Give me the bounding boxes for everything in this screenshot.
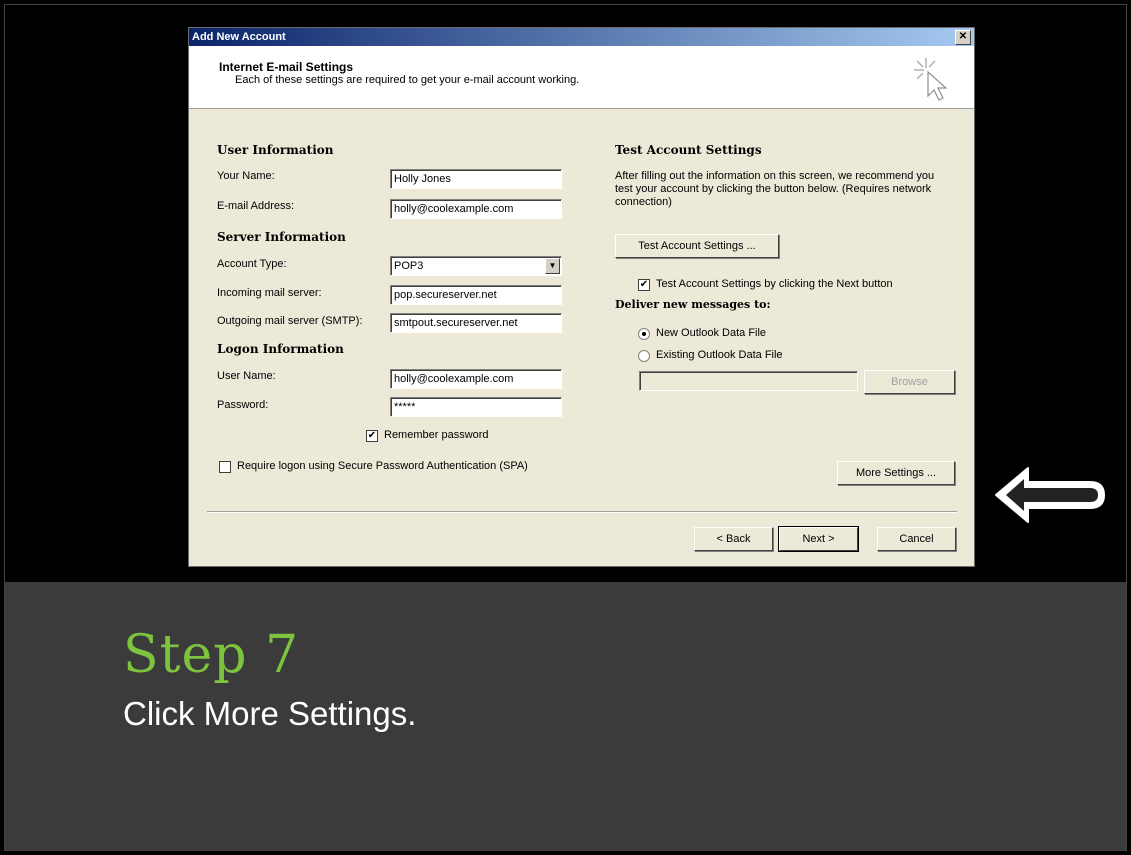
account-type-value: POP3 <box>394 260 424 272</box>
more-settings-button[interactable]: More Settings ... <box>837 461 955 485</box>
test-next-label: Test Account Settings by clicking the Ne… <box>656 278 893 290</box>
email-label: E-mail Address: <box>217 200 295 212</box>
username-label: User Name: <box>217 370 276 382</box>
close-button[interactable]: ✕ <box>955 30 971 45</box>
test-account-settings-button[interactable]: Test Account Settings ... <box>615 234 779 258</box>
left-arrow-icon <box>995 467 1105 523</box>
your-name-label: Your Name: <box>217 170 275 182</box>
password-input[interactable]: ***** <box>390 397 562 417</box>
data-file-path-input <box>639 371 858 391</box>
incoming-server-label: Incoming mail server: <box>217 287 322 299</box>
test-next-checkbox[interactable]: ✔ <box>638 279 650 291</box>
test-settings-heading: Test Account Settings <box>615 143 762 157</box>
username-input[interactable]: holly@coolexample.com <box>390 369 562 389</box>
existing-data-file-label: Existing Outlook Data File <box>656 349 783 361</box>
outgoing-server-input[interactable]: smtpout.secureserver.net <box>390 313 562 333</box>
remember-password-checkbox[interactable]: ✔ <box>366 430 378 442</box>
user-info-heading: User Information <box>217 143 334 157</box>
chevron-down-icon[interactable]: ▼ <box>545 258 560 274</box>
existing-data-file-radio[interactable] <box>638 350 650 362</box>
logon-info-heading: Logon Information <box>217 342 344 356</box>
test-settings-description: After filling out the information on thi… <box>615 170 935 208</box>
slide: Add New Account ✕ Internet E-mail Settin… <box>4 4 1127 851</box>
dialog-titlebar: Add New Account <box>189 28 974 46</box>
new-data-file-label: New Outlook Data File <box>656 327 767 339</box>
header-subtitle: Each of these settings are required to g… <box>235 74 580 86</box>
outgoing-server-label: Outgoing mail server (SMTP): <box>217 315 363 327</box>
spa-checkbox[interactable] <box>219 461 231 473</box>
add-new-account-dialog: Add New Account ✕ Internet E-mail Settin… <box>188 27 975 567</box>
incoming-server-input[interactable]: pop.secureserver.net <box>390 285 562 305</box>
cancel-button[interactable]: Cancel <box>877 527 956 551</box>
dialog-header: Internet E-mail Settings Each of these s… <box>189 46 974 109</box>
step-description: Click More Settings. <box>123 695 417 732</box>
header-title: Internet E-mail Settings <box>219 60 354 74</box>
remember-password-label: Remember password <box>384 429 489 441</box>
browse-button[interactable]: Browse <box>864 370 955 394</box>
email-input[interactable]: holly@coolexample.com <box>390 199 562 219</box>
dialog-title: Add New Account <box>192 31 286 43</box>
account-type-select[interactable]: POP3 ▼ <box>390 256 562 276</box>
new-data-file-radio[interactable] <box>638 328 650 340</box>
password-label: Password: <box>217 399 269 411</box>
your-name-input[interactable]: Holly Jones <box>390 169 562 189</box>
spa-label: Require logon using Secure Password Auth… <box>237 460 528 472</box>
back-button[interactable]: < Back <box>694 527 773 551</box>
server-info-heading: Server Information <box>217 230 346 244</box>
next-button[interactable]: Next > <box>778 526 859 552</box>
close-icon: ✕ <box>958 31 968 42</box>
cursor-click-icon <box>914 58 948 101</box>
account-type-label: Account Type: <box>217 258 287 270</box>
footer-divider <box>207 511 957 513</box>
deliver-heading: Deliver new messages to: <box>615 298 771 311</box>
step-title: Step 7 <box>123 625 300 685</box>
